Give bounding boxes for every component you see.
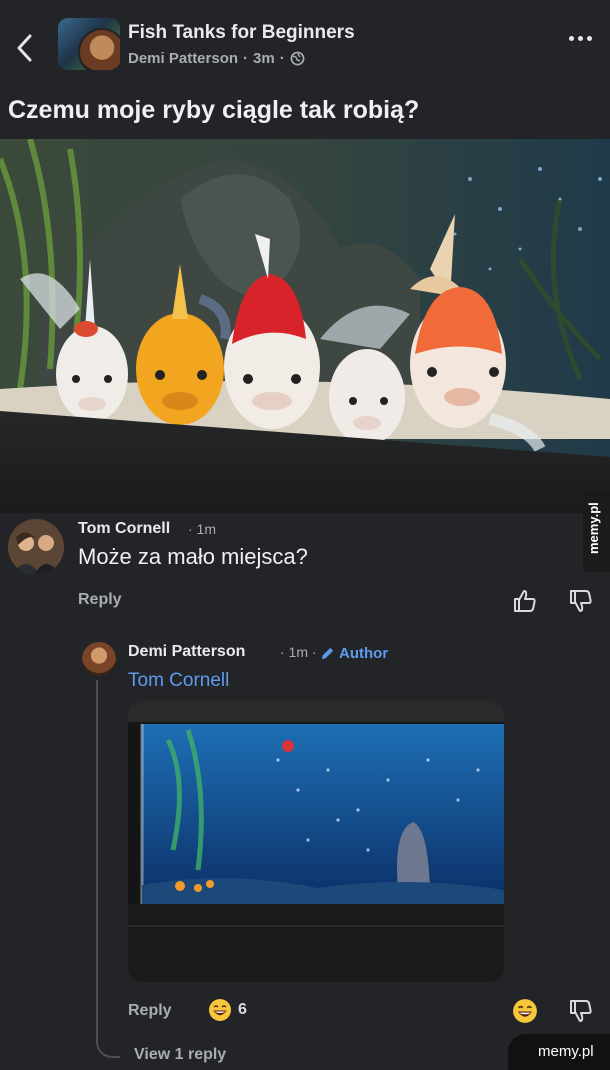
laugh-emoji-icon[interactable] (512, 998, 538, 1024)
more-options-icon[interactable] (569, 36, 592, 41)
post-meta: Demi Patterson · 3m · (128, 50, 305, 67)
back-arrow-icon[interactable] (12, 30, 38, 66)
group-name[interactable]: Fish Tanks for Beginners (128, 22, 355, 44)
separator: · (243, 50, 249, 67)
pencil-icon (321, 647, 334, 660)
post-image[interactable] (0, 139, 610, 513)
reaction-count: 6 (238, 1001, 247, 1018)
reply-button[interactable]: Reply (78, 591, 122, 609)
author-avatar-small (78, 28, 120, 70)
mention-link[interactable]: Tom Cornell (128, 670, 229, 692)
watermark-corner: memy.pl (508, 1034, 610, 1070)
watermark-corner-text: memy.pl (538, 1043, 594, 1060)
comment-time: · 1m (188, 521, 216, 537)
group-avatar[interactable] (58, 18, 120, 70)
thumbs-down-icon[interactable] (568, 588, 594, 614)
thumbs-down-icon[interactable] (568, 998, 594, 1024)
reply-author-avatar[interactable] (82, 642, 116, 676)
separator: · (279, 50, 285, 67)
post-time: 3m (253, 50, 275, 67)
reply-time: · 1m · (280, 644, 317, 660)
view-replies-link[interactable]: View 1 reply (134, 1046, 226, 1064)
post-title: Czemu moje ryby ciągle tak robią? (8, 96, 420, 124)
watermark-side-text: memy.pl (586, 502, 601, 554)
reply-image[interactable] (128, 700, 504, 982)
author-badge: Author (320, 645, 388, 662)
thread-line (96, 680, 120, 1058)
globe-icon (290, 51, 305, 66)
post-author[interactable]: Demi Patterson (128, 50, 238, 67)
comment-text: Może za mało miejsca? (78, 544, 308, 569)
comment-author[interactable]: Tom Cornell (78, 520, 170, 538)
author-badge-label: Author (339, 645, 389, 662)
reply-button[interactable]: Reply (128, 1002, 172, 1020)
reply-author[interactable]: Demi Patterson (128, 643, 245, 661)
laugh-emoji-icon (209, 999, 231, 1021)
watermark-side: memy.pl (583, 490, 610, 572)
reaction-summary[interactable]: 6 (208, 998, 247, 1022)
commenter-avatar[interactable] (8, 519, 64, 575)
thumbs-up-icon[interactable] (512, 588, 538, 614)
